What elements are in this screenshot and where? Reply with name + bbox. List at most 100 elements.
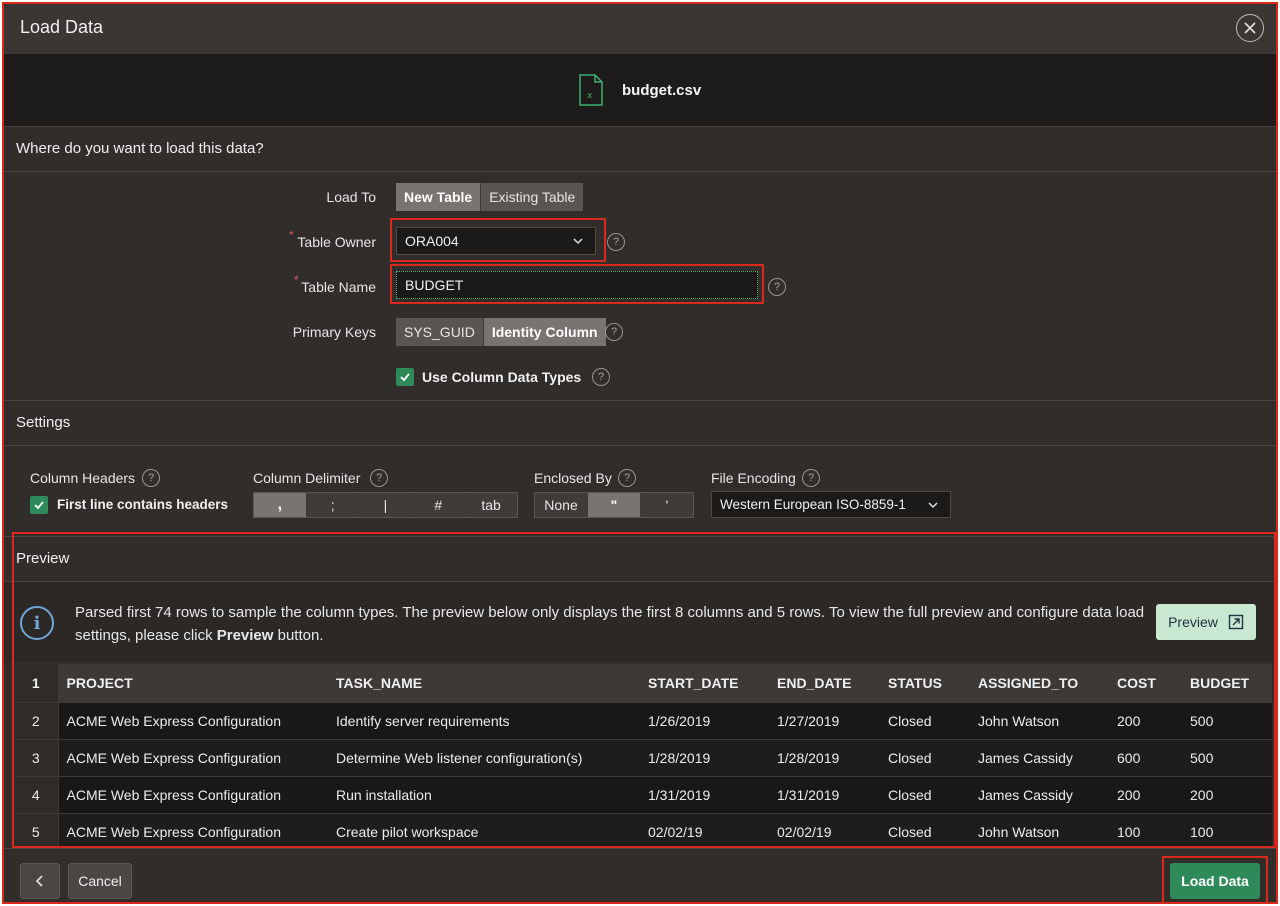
row-number: 3 [14, 738, 59, 776]
table-cell: James Cassidy [970, 775, 1109, 813]
file-encoding-help-icon[interactable]: ? [802, 469, 820, 487]
svg-text:x: x [587, 91, 593, 101]
row-number: 4 [14, 775, 59, 813]
excel-file-icon: x [579, 74, 603, 106]
chevron-left-icon [35, 875, 43, 887]
table-cell: Closed [880, 775, 970, 813]
cancel-button[interactable]: Cancel [68, 863, 132, 899]
use-column-data-types-label: Use Column Data Types [422, 369, 582, 385]
table-cell: 1/31/2019 [640, 775, 769, 813]
info-icon: i [20, 606, 54, 640]
load-data-dialog: Load Data x budget.csv Where do you want… [2, 2, 1278, 904]
column-header: TASK_NAME [328, 664, 640, 702]
table-cell: 200 [1109, 701, 1182, 739]
table-cell: Determine Web listener configuration(s) [328, 738, 640, 776]
table-cell: 100 [1182, 812, 1272, 850]
table-cell: James Cassidy [970, 738, 1109, 776]
table-cell: 100 [1109, 812, 1182, 850]
settings-section-header: Settings [4, 400, 1276, 446]
column-headers-label: Column Headers [30, 470, 136, 486]
delimiter-tab[interactable]: tab [465, 493, 517, 517]
back-button[interactable] [20, 863, 60, 899]
dialog-title: Load Data [20, 17, 104, 37]
table-cell: Create pilot workspace [328, 812, 640, 850]
file-strip: x budget.csv [4, 54, 1276, 126]
table-name-help-icon[interactable]: ? [768, 278, 786, 296]
enclosed-single-quote[interactable]: ' [641, 493, 693, 517]
use-column-data-types-help-icon[interactable]: ? [592, 368, 610, 386]
column-delimiter-help-icon[interactable]: ? [370, 469, 388, 487]
close-button[interactable] [1236, 14, 1264, 42]
preview-table: 1 PROJECT TASK_NAME START_DATE END_DATE … [14, 664, 1272, 850]
preview-button[interactable]: Preview [1156, 604, 1256, 640]
column-header: PROJECT [58, 664, 328, 702]
table-row: 3 ACME Web Express Configuration Determi… [14, 738, 1272, 776]
first-line-headers-checkbox[interactable] [30, 496, 48, 514]
check-icon [34, 501, 44, 510]
table-owner-help-icon[interactable]: ? [607, 233, 625, 251]
table-cell: 200 [1109, 775, 1182, 813]
load-to-existing-table[interactable]: Existing Table [481, 183, 583, 211]
table-cell: ACME Web Express Configuration [58, 738, 328, 776]
where-section-header: Where do you want to load this data? [4, 126, 1276, 172]
table-cell: 1/26/2019 [640, 701, 769, 739]
table-cell: 500 [1182, 738, 1272, 776]
dialog-footer: Cancel Load Data [4, 848, 1276, 902]
preview-section-header: Preview [4, 536, 1276, 582]
table-cell: 1/28/2019 [640, 738, 769, 776]
table-owner-select[interactable]: ORA004 [396, 227, 596, 255]
preview-info-text: Parsed first 74 rows to sample the colum… [75, 604, 1145, 644]
enclosed-by-label: Enclosed By [534, 470, 612, 486]
column-headers-help-icon[interactable]: ? [142, 469, 160, 487]
table-cell: Run installation [328, 775, 640, 813]
load-to-toggle: New Table Existing Table [396, 183, 584, 211]
table-cell: Closed [880, 812, 970, 850]
table-cell: Identify server requirements [328, 701, 640, 739]
primary-key-identity-column[interactable]: Identity Column [483, 318, 606, 346]
enclosed-by-help-icon[interactable]: ? [618, 469, 636, 487]
table-cell: John Watson [970, 701, 1109, 739]
table-cell: 600 [1109, 738, 1182, 776]
column-header: END_DATE [769, 664, 880, 702]
column-header: COST [1109, 664, 1182, 702]
file-encoding-select[interactable]: Western European ISO-8859-1 [711, 491, 951, 518]
load-data-button[interactable]: Load Data [1170, 863, 1260, 899]
file-name: budget.csv [622, 81, 702, 99]
table-cell: 1/27/2019 [769, 701, 880, 739]
primary-keys-help-icon[interactable]: ? [605, 323, 623, 341]
column-header: STATUS [880, 664, 970, 702]
primary-keys-toggle: SYS_GUID Identity Column [396, 318, 606, 346]
delimiter-semicolon[interactable]: ; [307, 493, 360, 517]
chevron-down-icon [573, 238, 583, 245]
delimiter-pipe[interactable]: | [360, 493, 413, 517]
table-cell: 02/02/19 [769, 812, 880, 850]
delimiter-comma[interactable]: , [254, 493, 307, 517]
table-name-label: Table Name [301, 279, 376, 295]
settings-heading: Settings [16, 414, 71, 431]
preview-heading: Preview [16, 550, 70, 567]
enclosed-none[interactable]: None [535, 493, 588, 517]
table-owner-value: ORA004 [405, 233, 459, 249]
table-name-input[interactable] [396, 271, 758, 299]
check-icon [400, 373, 410, 382]
use-column-data-types-checkbox[interactable] [396, 368, 414, 386]
table-cell: ACME Web Express Configuration [58, 775, 328, 813]
table-cell: 02/02/19 [640, 812, 769, 850]
table-cell: 1/28/2019 [769, 738, 880, 776]
row-number: 5 [14, 812, 59, 850]
table-cell: 500 [1182, 701, 1272, 739]
row-number-header: 1 [14, 664, 59, 702]
first-line-headers-label: First line contains headers [57, 497, 229, 512]
table-cell: Closed [880, 738, 970, 776]
row-number: 2 [14, 701, 59, 739]
table-row: 4 ACME Web Express Configuration Run ins… [14, 775, 1272, 813]
file-encoding-value: Western European ISO-8859-1 [720, 497, 906, 512]
primary-key-sys-guid[interactable]: SYS_GUID [396, 318, 484, 346]
load-to-label: Load To [326, 189, 376, 205]
where-heading: Where do you want to load this data? [16, 140, 264, 157]
delimiter-hash[interactable]: # [412, 493, 466, 517]
table-owner-label: Table Owner [297, 234, 376, 250]
load-to-new-table[interactable]: New Table [396, 183, 482, 211]
column-header: ASSIGNED_TO [970, 664, 1109, 702]
enclosed-double-quote[interactable]: " [588, 493, 641, 517]
